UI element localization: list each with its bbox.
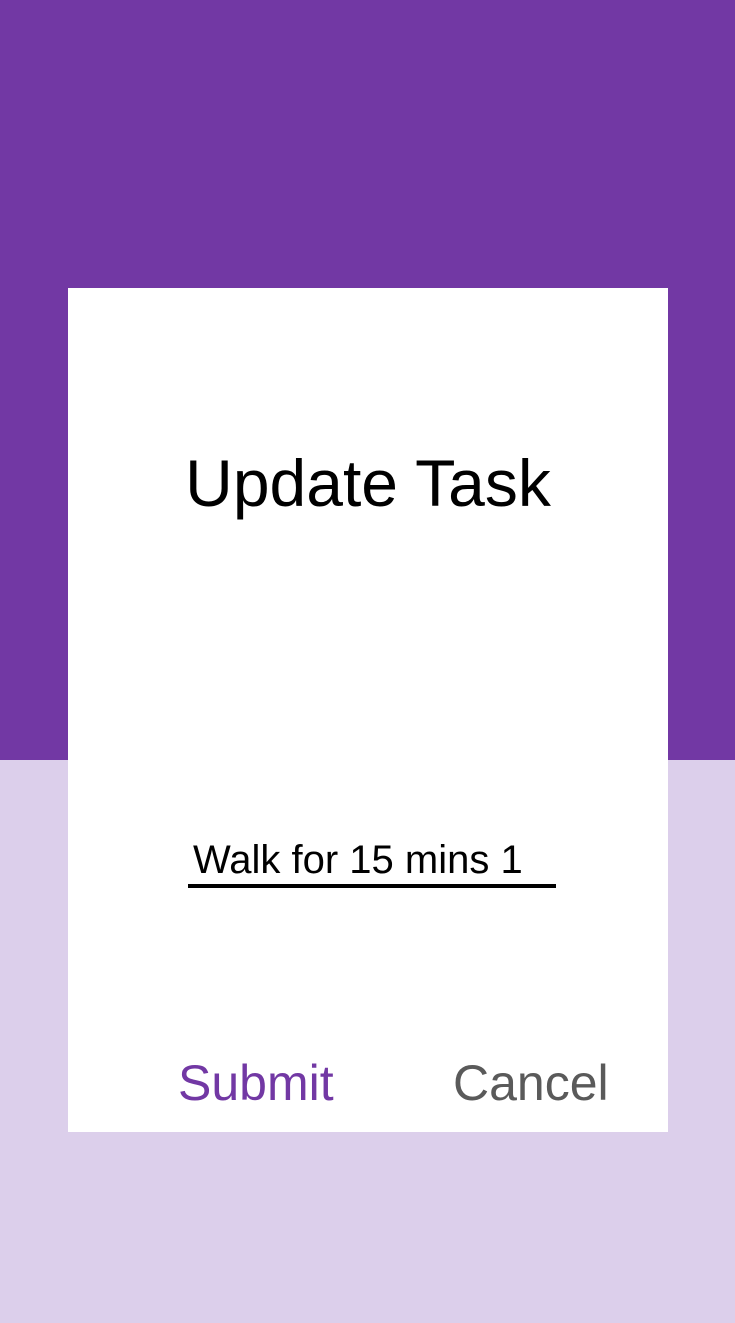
update-task-dialog: Update Task Submit Cancel <box>68 288 668 1132</box>
task-name-input[interactable] <box>188 836 556 888</box>
cancel-button[interactable]: Cancel <box>453 1048 613 1118</box>
submit-button[interactable]: Submit <box>178 1048 338 1118</box>
dialog-title: Update Task <box>185 446 551 520</box>
